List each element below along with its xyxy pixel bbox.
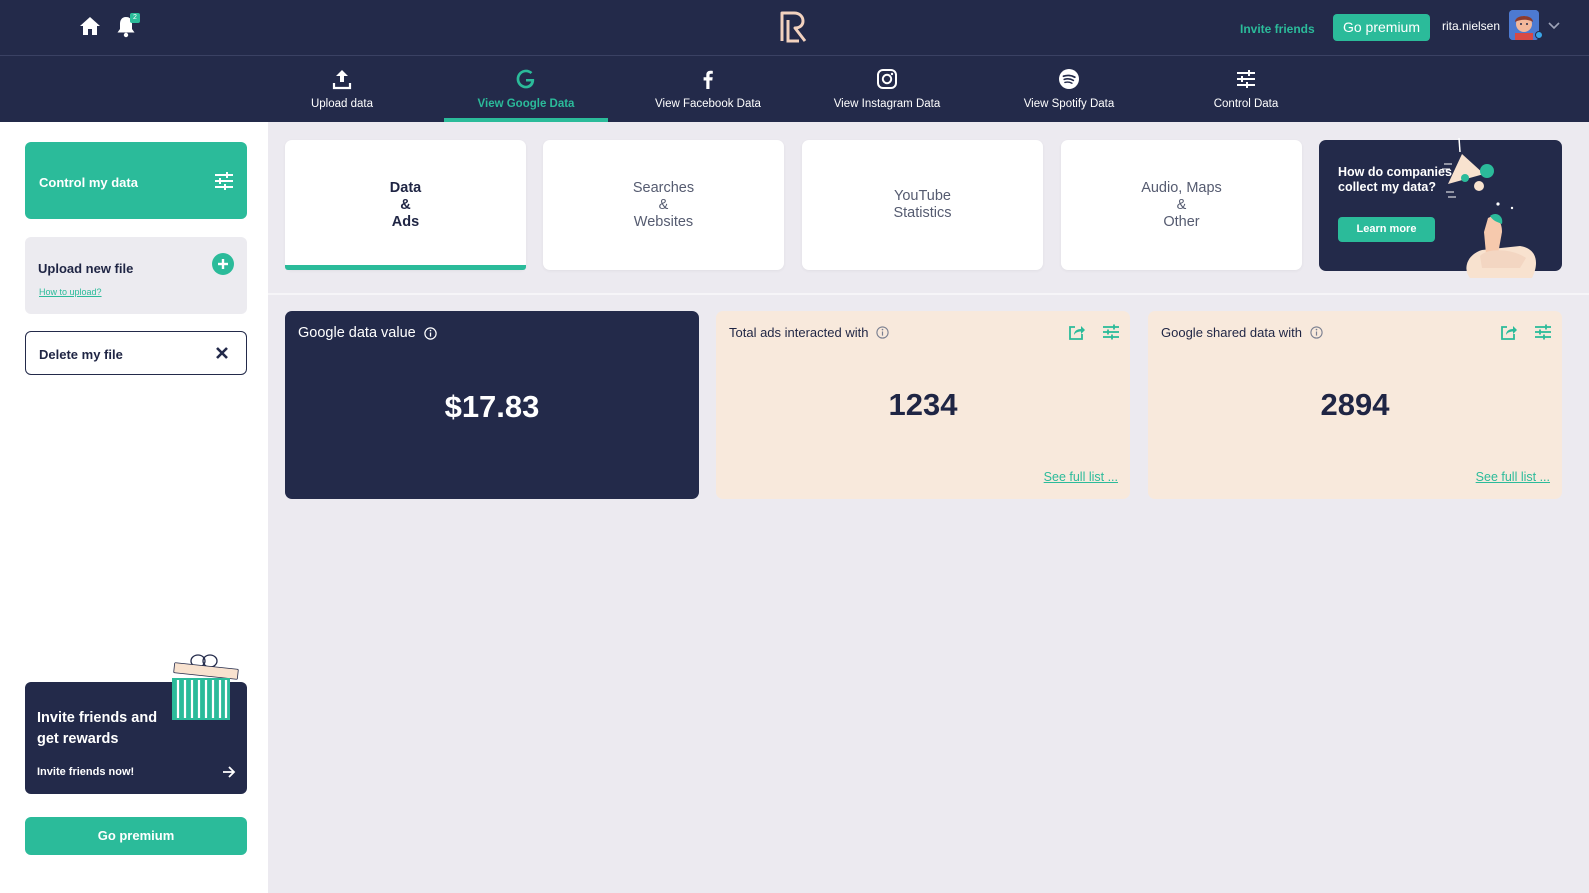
data-collection-illustration — [1440, 136, 1562, 282]
nav-view-instagram-data[interactable]: View Instagram Data — [822, 56, 952, 122]
nav-view-facebook-data[interactable]: View Facebook Data — [645, 56, 771, 122]
spotify-icon — [1057, 67, 1081, 91]
nav-label: View Instagram Data — [833, 98, 941, 110]
google-shared-data-card: Google shared data with 2894 See full li… — [1148, 311, 1562, 499]
see-full-list-link[interactable]: See full list ... — [1044, 470, 1118, 484]
tab-label: YouTube Statistics — [893, 188, 952, 221]
tab-label: Audio, Maps & Other — [1141, 179, 1222, 230]
card-title: Google shared data with — [1161, 325, 1302, 340]
tab-label: Searches & Websites — [632, 179, 695, 230]
active-nav-underline — [444, 118, 608, 122]
tab-label: Data & Ads — [389, 179, 422, 230]
top-header: 2 Invite friends Go premium rita.nielsen… — [0, 0, 1589, 122]
upload-new-file-panel: Upload new file How to upload? — [25, 237, 247, 314]
nav-label: View Facebook Data — [655, 98, 761, 110]
close-icon — [215, 346, 229, 360]
invite-rewards-title: Invite friends and get rewards — [37, 710, 158, 747]
gift-box-illustration — [168, 648, 240, 726]
notification-bell-icon[interactable]: 2 — [114, 12, 142, 40]
nav-control-data[interactable]: Control Data — [1196, 56, 1296, 122]
sliders-icon — [1234, 67, 1258, 91]
card-title: Google data value — [298, 325, 416, 341]
delete-my-file-button[interactable]: Delete my file — [25, 331, 247, 375]
card-actions — [1500, 323, 1552, 341]
nav-view-spotify-data[interactable]: View Spotify Data — [1004, 56, 1134, 122]
arrow-right-icon — [222, 765, 236, 779]
upload-icon — [330, 67, 354, 91]
total-ads-card: Total ads interacted with 1234 See full … — [716, 311, 1130, 499]
sliders-icon[interactable] — [1534, 323, 1552, 341]
instagram-icon — [875, 67, 899, 91]
nav-view-google-data[interactable]: View Google Data — [444, 56, 608, 122]
google-shared-data-value: 2894 — [1320, 387, 1390, 422]
username: rita.nielsen — [1442, 19, 1501, 33]
notification-count-badge: 2 — [130, 13, 140, 23]
sidebar-go-premium-button[interactable]: Go premium — [25, 817, 247, 855]
nav-upload-data[interactable]: Upload data — [292, 56, 392, 122]
card-title-row: Google data value — [298, 325, 437, 341]
control-my-data-button[interactable]: Control my data — [25, 142, 247, 219]
active-tab-indicator — [285, 265, 526, 270]
add-file-icon[interactable] — [212, 253, 234, 275]
sidebar: Control my data Upload new file How to u… — [0, 122, 268, 893]
card-title-row: Google shared data with — [1161, 325, 1323, 340]
google-data-value-card: Google data value $17.83 — [285, 311, 699, 499]
tab-data-ads[interactable]: Data & Ads — [285, 140, 526, 270]
learn-more-button[interactable]: Learn more — [1338, 217, 1435, 242]
sliders-icon — [213, 170, 235, 192]
card-title-row: Total ads interacted with — [729, 325, 890, 340]
tab-youtube-statistics[interactable]: YouTube Statistics — [802, 140, 1043, 270]
share-icon[interactable] — [1500, 323, 1518, 341]
how-to-upload-link[interactable]: How to upload? — [39, 287, 102, 297]
info-icon[interactable] — [1310, 326, 1323, 339]
nav-label: View Spotify Data — [1023, 98, 1115, 110]
facebook-icon — [696, 67, 720, 91]
info-icon[interactable] — [876, 326, 890, 339]
tab-searches-websites[interactable]: Searches & Websites — [543, 140, 784, 270]
google-icon — [514, 67, 538, 91]
see-full-list-link[interactable]: See full list ... — [1476, 470, 1550, 484]
delete-my-file-label: Delete my file — [39, 347, 123, 362]
go-premium-button[interactable]: Go premium — [1333, 14, 1430, 41]
card-title: Total ads interacted with — [729, 325, 869, 340]
section-divider — [268, 293, 1589, 295]
card-actions — [1068, 323, 1120, 341]
main-nav: Upload data View Google Data View Facebo… — [0, 56, 1589, 122]
upload-new-file-label: Upload new file — [38, 261, 134, 276]
nav-label: Control Data — [1213, 98, 1279, 110]
tab-audio-maps-other[interactable]: Audio, Maps & Other — [1061, 140, 1302, 270]
sliders-icon[interactable] — [1102, 323, 1120, 341]
nav-label: Upload data — [310, 98, 374, 110]
nav-label: View Google Data — [477, 98, 575, 110]
info-icon[interactable] — [424, 326, 437, 340]
online-status-dot — [1535, 31, 1543, 39]
control-my-data-label: Control my data — [39, 175, 138, 190]
invite-friends-link[interactable]: Invite friends — [1240, 22, 1315, 36]
google-data-value: $17.83 — [444, 389, 540, 424]
share-icon[interactable] — [1068, 323, 1086, 341]
app-logo[interactable] — [778, 10, 808, 44]
chevron-down-icon[interactable] — [1547, 18, 1561, 32]
invite-friends-now-link[interactable]: Invite friends now! — [37, 766, 134, 778]
total-ads-value: 1234 — [888, 387, 958, 422]
home-icon[interactable] — [78, 14, 102, 38]
